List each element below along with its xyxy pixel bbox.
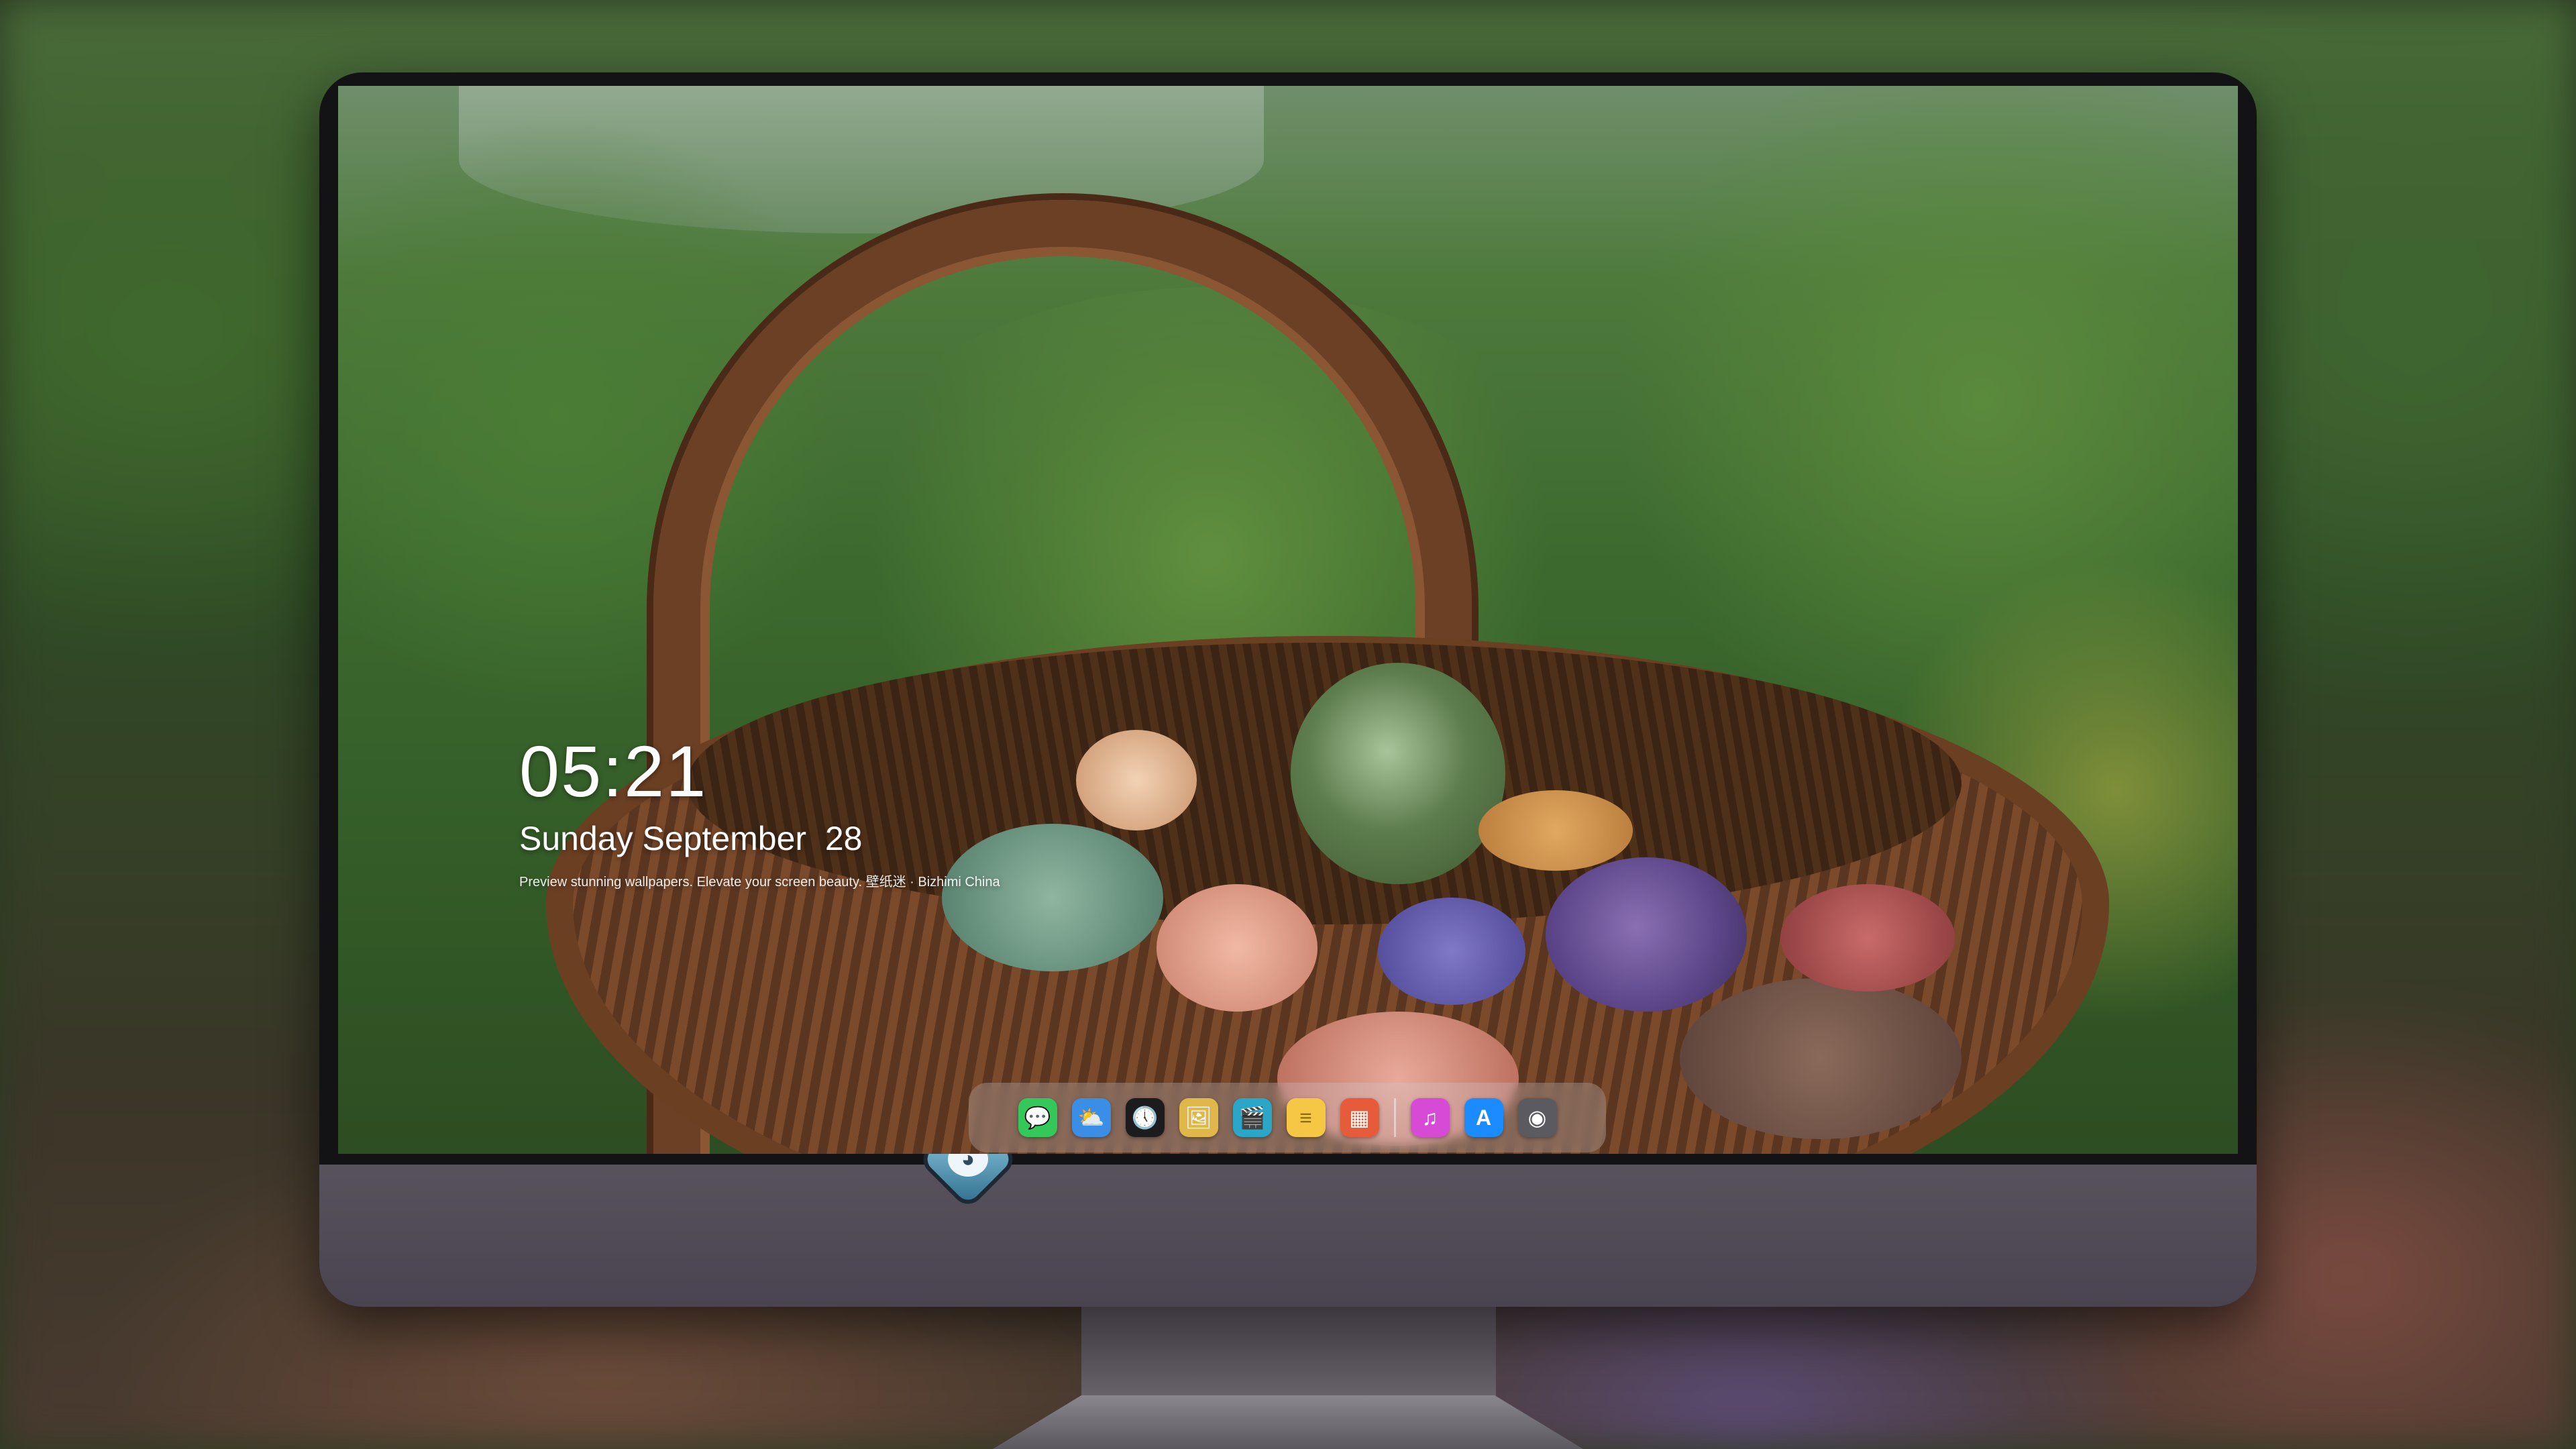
app-store-icon[interactable]: A — [1464, 1098, 1503, 1137]
date-display: Sunday September 28 — [519, 820, 863, 857]
camera-icon[interactable]: ◉ — [1517, 1098, 1557, 1137]
notes-icon[interactable]: ≡ — [1286, 1098, 1326, 1137]
desktop-screen: 05:21 Sunday September 28 Preview stunni… — [338, 86, 2238, 1154]
monitor-stand-base — [993, 1395, 1583, 1449]
lockscreen-clock: 05:21 Sunday September 28 Preview stunni… — [519, 731, 1000, 892]
clock-icon[interactable]: 🕔 — [1125, 1098, 1165, 1137]
dock: 💬 ⛅ 🕔 🖼 🎬 ≡ ▦ ♫ A ◉ — [969, 1083, 1606, 1152]
preview-icon[interactable]: 🖼 — [1179, 1098, 1218, 1137]
monitor-stand — [1081, 1307, 1496, 1401]
music-icon[interactable]: ♫ — [1410, 1098, 1450, 1137]
messages-icon[interactable]: 💬 — [1018, 1098, 1057, 1137]
dock-separator — [1393, 1098, 1396, 1137]
photo-booth-icon[interactable]: ▦ — [1340, 1098, 1379, 1137]
monitor-chin — [319, 1165, 2257, 1307]
weather-icon[interactable]: ⛅ — [1071, 1098, 1111, 1137]
wallpaper-tagline: Preview stunning wallpapers. Elevate you… — [519, 875, 1000, 890]
clips-icon[interactable]: 🎬 — [1232, 1098, 1272, 1137]
time-display: 05:21 — [519, 731, 708, 812]
